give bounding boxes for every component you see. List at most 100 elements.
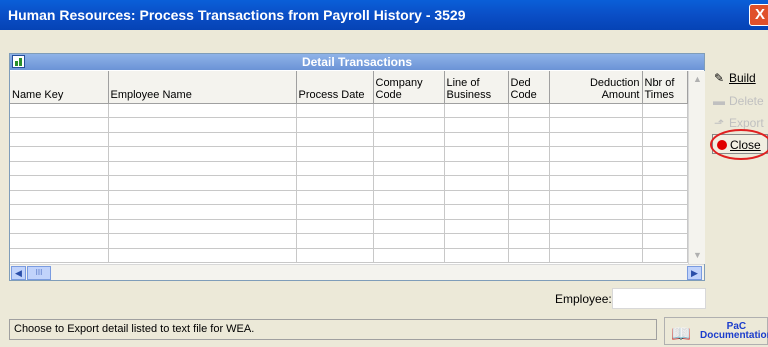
table-cell[interactable] xyxy=(10,117,109,133)
table-row[interactable] xyxy=(10,146,688,162)
table-cell[interactable] xyxy=(373,103,445,118)
table-cell[interactable] xyxy=(444,175,509,191)
employee-field[interactable] xyxy=(612,288,706,309)
col-header-line-of-business[interactable]: Line of Business xyxy=(444,71,509,104)
delete-button[interactable]: ▬ Delete xyxy=(712,91,768,111)
table-cell[interactable] xyxy=(296,161,374,176)
table-cell[interactable] xyxy=(642,117,688,133)
table-cell[interactable] xyxy=(296,219,374,234)
table-cell[interactable] xyxy=(373,146,445,162)
table-cell[interactable] xyxy=(642,132,688,147)
table-cell[interactable] xyxy=(108,103,297,118)
table-cell[interactable] xyxy=(508,175,550,191)
col-header-name-key[interactable]: Name Key xyxy=(10,71,109,104)
table-cell[interactable] xyxy=(444,146,509,162)
table-cell[interactable] xyxy=(108,132,297,147)
table-cell[interactable] xyxy=(108,190,297,205)
table-cell[interactable] xyxy=(373,117,445,133)
table-cell[interactable] xyxy=(642,233,688,249)
table-cell[interactable] xyxy=(444,233,509,249)
table-cell[interactable] xyxy=(108,161,297,176)
table-row[interactable] xyxy=(10,233,688,249)
table-cell[interactable] xyxy=(10,248,109,263)
table-cell[interactable] xyxy=(508,233,550,249)
table-cell[interactable] xyxy=(10,103,109,118)
table-cell[interactable] xyxy=(508,190,550,205)
window-close-button[interactable]: X xyxy=(749,4,768,26)
table-cell[interactable] xyxy=(549,117,643,133)
table-cell[interactable] xyxy=(10,161,109,176)
table-cell[interactable] xyxy=(296,103,374,118)
hscroll-thumb[interactable]: III xyxy=(27,266,51,280)
table-cell[interactable] xyxy=(549,146,643,162)
table-cell[interactable] xyxy=(549,161,643,176)
table-row[interactable] xyxy=(10,175,688,191)
table-cell[interactable] xyxy=(444,117,509,133)
table-row[interactable] xyxy=(10,248,688,263)
table-cell[interactable] xyxy=(508,161,550,176)
table-cell[interactable] xyxy=(642,161,688,176)
grid-vertical-scrollbar[interactable]: ▲ ▼ xyxy=(688,71,705,264)
col-header-process-date[interactable]: Process Date xyxy=(296,71,374,104)
build-button[interactable]: ✎ Build xyxy=(712,68,768,88)
pac-documentation-button[interactable]: 📖 PaC Documentation xyxy=(664,317,768,345)
table-cell[interactable] xyxy=(10,175,109,191)
table-cell[interactable] xyxy=(508,132,550,147)
table-cell[interactable] xyxy=(642,190,688,205)
table-cell[interactable] xyxy=(549,248,643,263)
table-cell[interactable] xyxy=(10,219,109,234)
table-cell[interactable] xyxy=(444,219,509,234)
table-cell[interactable] xyxy=(508,219,550,234)
col-header-company-code[interactable]: Company Code xyxy=(373,71,445,104)
table-cell[interactable] xyxy=(296,204,374,220)
table-cell[interactable] xyxy=(444,190,509,205)
table-row[interactable] xyxy=(10,190,688,205)
scroll-up-icon[interactable]: ▲ xyxy=(690,72,705,87)
table-cell[interactable] xyxy=(296,146,374,162)
table-cell[interactable] xyxy=(373,132,445,147)
table-cell[interactable] xyxy=(296,248,374,263)
table-cell[interactable] xyxy=(296,117,374,133)
table-cell[interactable] xyxy=(108,219,297,234)
grid-horizontal-scrollbar[interactable]: ◀ III ▶ xyxy=(10,264,704,280)
table-cell[interactable] xyxy=(642,175,688,191)
table-cell[interactable] xyxy=(10,132,109,147)
table-cell[interactable] xyxy=(373,161,445,176)
table-cell[interactable] xyxy=(549,190,643,205)
table-cell[interactable] xyxy=(296,175,374,191)
table-row[interactable] xyxy=(10,117,688,133)
table-row[interactable] xyxy=(10,204,688,220)
scroll-down-icon[interactable]: ▼ xyxy=(690,248,705,263)
table-cell[interactable] xyxy=(508,117,550,133)
table-row[interactable] xyxy=(10,161,688,176)
table-cell[interactable] xyxy=(108,204,297,220)
table-cell[interactable] xyxy=(642,204,688,220)
table-cell[interactable] xyxy=(549,132,643,147)
table-cell[interactable] xyxy=(108,233,297,249)
table-cell[interactable] xyxy=(444,248,509,263)
table-cell[interactable] xyxy=(444,204,509,220)
table-cell[interactable] xyxy=(642,103,688,118)
col-header-nbr-of-times[interactable]: Nbr of Times xyxy=(642,71,688,104)
table-cell[interactable] xyxy=(108,175,297,191)
col-header-employee-name[interactable]: Employee Name xyxy=(108,71,297,104)
table-cell[interactable] xyxy=(108,146,297,162)
table-cell[interactable] xyxy=(108,117,297,133)
table-cell[interactable] xyxy=(373,233,445,249)
scroll-right-icon[interactable]: ▶ xyxy=(687,266,702,280)
table-row[interactable] xyxy=(10,132,688,147)
table-cell[interactable] xyxy=(508,146,550,162)
table-cell[interactable] xyxy=(10,233,109,249)
table-cell[interactable] xyxy=(549,233,643,249)
table-cell[interactable] xyxy=(373,190,445,205)
table-cell[interactable] xyxy=(508,248,550,263)
table-cell[interactable] xyxy=(373,204,445,220)
table-cell[interactable] xyxy=(508,103,550,118)
table-cell[interactable] xyxy=(444,132,509,147)
table-row[interactable] xyxy=(10,103,688,118)
table-cell[interactable] xyxy=(549,103,643,118)
table-cell[interactable] xyxy=(642,219,688,234)
table-cell[interactable] xyxy=(108,248,297,263)
table-cell[interactable] xyxy=(549,204,643,220)
table-cell[interactable] xyxy=(642,248,688,263)
